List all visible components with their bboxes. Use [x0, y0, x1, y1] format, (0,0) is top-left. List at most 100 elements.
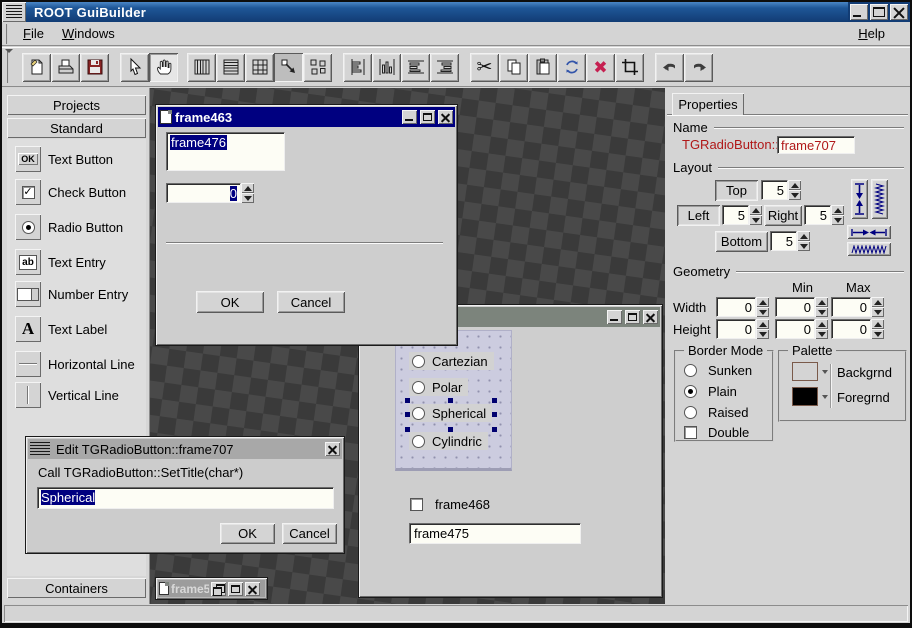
number-entry-value-box[interactable]: 0 — [166, 183, 241, 203]
palette-item-horizontal-line[interactable]: Horizontal Line — [15, 350, 135, 378]
minimize-button[interactable] — [850, 4, 868, 20]
restore-button[interactable] — [211, 582, 226, 596]
spin-up-button[interactable] — [788, 180, 801, 190]
layout-top-value[interactable]: 5 — [761, 180, 788, 200]
layout-top-spinner[interactable]: 5 — [761, 180, 801, 200]
layout-right-button[interactable]: Right — [764, 205, 802, 226]
new-project-button[interactable] — [22, 53, 51, 82]
radio-option-polar[interactable]: Polar — [409, 378, 468, 396]
checkbox[interactable] — [684, 426, 697, 439]
close-button[interactable] — [325, 442, 340, 456]
close-button[interactable] — [643, 310, 658, 324]
cancel-button[interactable]: Cancel — [282, 523, 337, 544]
palette-item-check-button[interactable]: ✓ Check Button — [15, 178, 126, 206]
border-mode-double[interactable]: Double — [684, 424, 749, 440]
spin-up-button[interactable] — [871, 319, 884, 329]
layout-bottom-value[interactable]: 5 — [770, 231, 797, 251]
layout-right-value[interactable]: 5 — [804, 205, 831, 225]
width-spinner[interactable]: 0 — [716, 297, 769, 317]
cut-button[interactable]: ✂ — [470, 53, 499, 82]
spin-down-button[interactable] — [815, 329, 828, 339]
radio-circle[interactable] — [412, 355, 425, 368]
minimized-window-titlebar[interactable]: frame5 — [158, 580, 265, 597]
widget-name-entry[interactable]: frame707 — [777, 136, 855, 154]
radio-circle[interactable] — [412, 407, 425, 420]
tab-properties[interactable]: Properties — [672, 93, 744, 115]
copy-button[interactable] — [499, 53, 528, 82]
spin-down-button[interactable] — [797, 241, 810, 251]
width-min-value[interactable]: 0 — [775, 297, 815, 317]
layout-top-button[interactable]: Top — [715, 180, 758, 201]
spin-down-button[interactable] — [749, 215, 762, 225]
align-right-button[interactable] — [430, 53, 459, 82]
layout-left-button[interactable]: Left — [677, 205, 720, 226]
save-button[interactable] — [80, 53, 109, 82]
height-min-value[interactable]: 0 — [775, 319, 815, 339]
border-mode-plain[interactable]: Plain — [684, 383, 737, 399]
layout-bottom-button[interactable]: Bottom — [715, 231, 768, 252]
spin-up-button[interactable] — [241, 183, 254, 193]
radio-circle-selected[interactable] — [684, 385, 697, 398]
border-mode-sunken[interactable]: Sunken — [684, 362, 752, 378]
radio-circle[interactable] — [684, 406, 697, 419]
palette-item-text-label[interactable]: A Text Label — [15, 315, 107, 343]
spin-down-button[interactable] — [241, 193, 254, 203]
minimized-window[interactable]: frame5 — [155, 577, 268, 600]
shelf-containers[interactable]: Containers — [7, 578, 146, 598]
maximize-button[interactable] — [420, 110, 435, 124]
palette-item-text-button[interactable]: OK Text Button — [15, 145, 113, 173]
cancel-button[interactable]: Cancel — [277, 291, 345, 313]
spin-down-button[interactable] — [756, 307, 769, 317]
radio-option-cylindric[interactable]: Cylindric — [409, 432, 488, 450]
ok-button[interactable]: OK — [220, 523, 275, 544]
undo-button[interactable] — [655, 53, 684, 82]
radio-circle[interactable] — [684, 364, 697, 377]
spin-up-button[interactable] — [756, 319, 769, 329]
menu-windows[interactable]: Windows — [53, 24, 124, 43]
width-min-spinner[interactable]: 0 — [775, 297, 828, 317]
align-left-button[interactable] — [343, 53, 372, 82]
radio-option-cartezian[interactable]: Cartezian — [409, 352, 494, 370]
spin-down-button[interactable] — [871, 307, 884, 317]
palette-item-radio-button[interactable]: Radio Button — [15, 213, 123, 241]
selection-handle[interactable] — [492, 427, 497, 432]
replace-button[interactable] — [557, 53, 586, 82]
delete-button[interactable]: ✖ — [586, 53, 615, 82]
edit-dialog[interactable]: Edit TGRadioButton::frame707 Call TGRadi… — [25, 436, 345, 554]
width-max-value[interactable]: 0 — [831, 297, 871, 317]
palette-item-vertical-line[interactable]: Vertical Line — [15, 381, 119, 409]
spin-down-button[interactable] — [871, 329, 884, 339]
height-max-value[interactable]: 0 — [831, 319, 871, 339]
spin-down-button[interactable] — [815, 307, 828, 317]
close-button[interactable] — [438, 110, 453, 124]
spin-up-button[interactable] — [749, 205, 762, 215]
select-tool-button[interactable] — [120, 53, 149, 82]
layout-bottom-spinner[interactable]: 5 — [770, 231, 810, 251]
frame468-checkbox-row[interactable]: frame468 — [410, 497, 490, 512]
chevron-down-icon[interactable] — [822, 395, 828, 399]
spin-up-button[interactable] — [797, 231, 810, 241]
layout-left-spinner[interactable]: 5 — [722, 205, 762, 225]
frame463-dialog[interactable]: frame463 frame476 0 — [155, 104, 458, 346]
crop-button[interactable] — [615, 53, 644, 82]
vertical-layout-button[interactable] — [187, 53, 216, 82]
ok-button[interactable]: OK — [196, 291, 264, 313]
frame463-titlebar[interactable]: frame463 — [158, 107, 455, 127]
spin-up-button[interactable] — [831, 205, 844, 215]
radio-circle[interactable] — [412, 381, 425, 394]
palette-item-number-entry[interactable]: Number Entry — [15, 280, 128, 308]
edit-dialog-titlebar[interactable]: Edit TGRadioButton::frame707 — [28, 439, 342, 459]
frame475-text-entry[interactable]: frame475 — [409, 523, 581, 544]
shelf-projects[interactable]: Projects — [7, 95, 146, 115]
close-button[interactable] — [245, 582, 260, 596]
border-mode-raised[interactable]: Raised — [684, 404, 748, 420]
checkbox[interactable] — [410, 498, 423, 511]
toolbar-handle[interactable] — [7, 51, 16, 83]
menu-help[interactable]: Help — [849, 24, 894, 43]
maximize-button[interactable] — [228, 582, 243, 596]
window-menu-icon[interactable] — [30, 442, 50, 456]
spin-up-button[interactable] — [871, 297, 884, 307]
redo-button[interactable] — [684, 53, 713, 82]
minimize-button[interactable] — [402, 110, 417, 124]
grid-layout-button[interactable] — [245, 53, 274, 82]
